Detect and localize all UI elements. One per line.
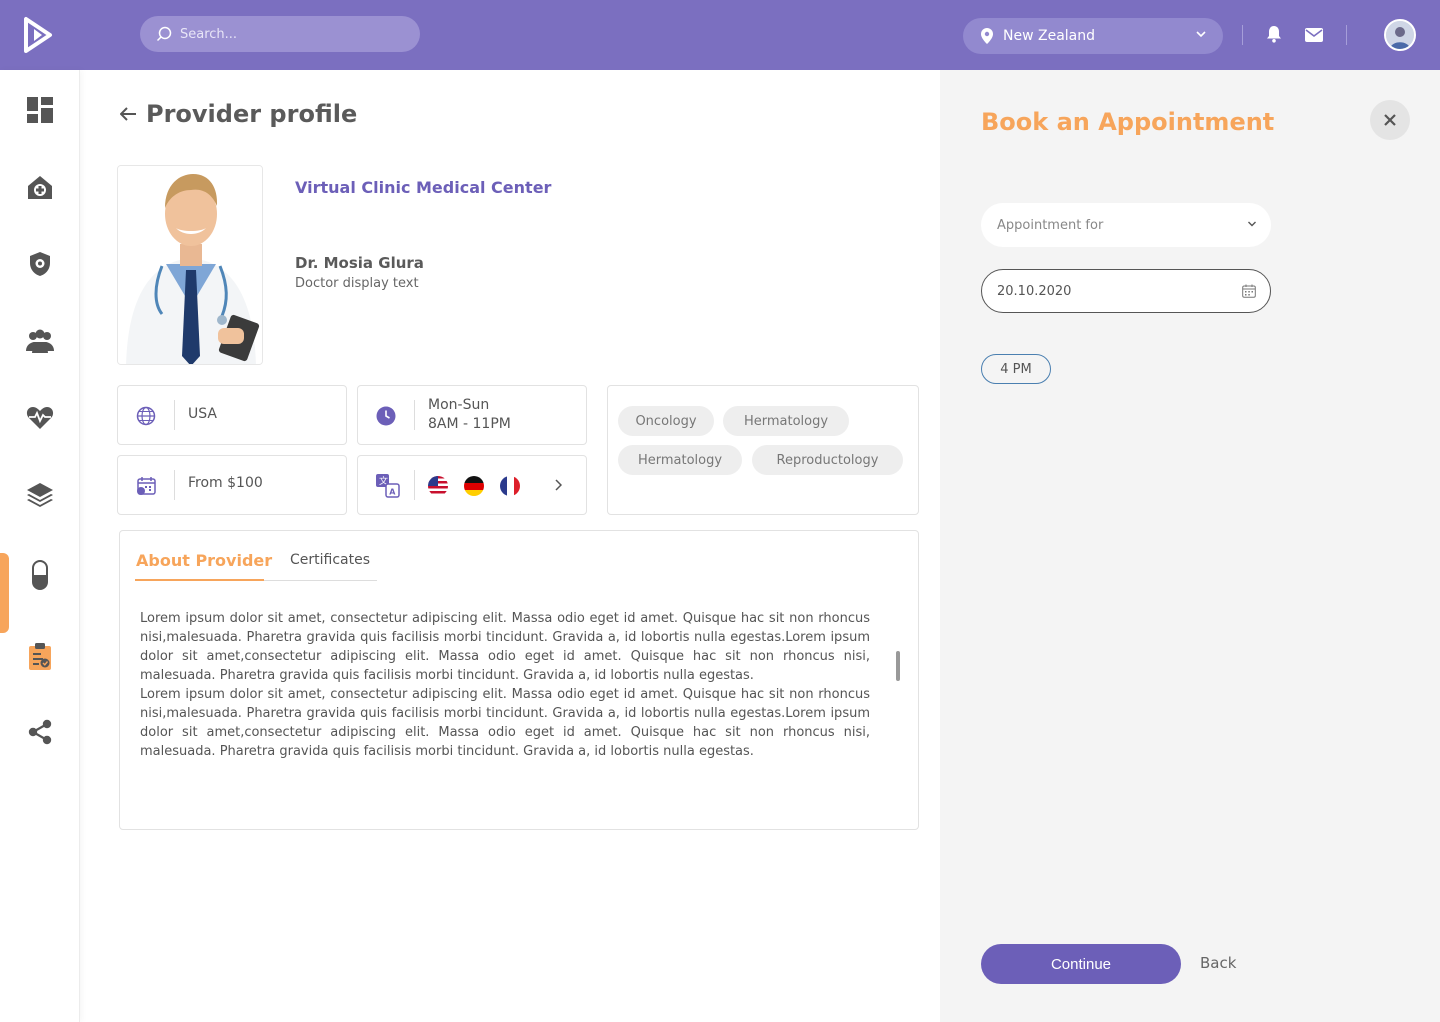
about-text: Lorem ipsum dolor sit amet, consectetur … [140, 609, 870, 761]
location-pin-icon [981, 28, 993, 44]
booking-panel: Book an Appointment Appointment for 20.1… [940, 70, 1440, 1022]
usa-flag-icon [428, 476, 448, 496]
close-icon [1384, 114, 1396, 126]
price-card: From $100 [117, 455, 347, 515]
layers-icon [27, 483, 53, 507]
chevron-down-icon [1196, 31, 1206, 38]
doctor-subtitle: Doctor display text [295, 276, 419, 291]
sidebar [0, 70, 80, 1022]
svg-text:A: A [389, 488, 396, 497]
about-paragraph: Lorem ipsum dolor sit amet, consectetur … [140, 611, 870, 683]
date-value: 20.10.2020 [997, 283, 1072, 299]
bell-icon[interactable] [1266, 25, 1282, 43]
tab-certificates[interactable]: Certificates [290, 552, 370, 568]
hours-card: Mon-Sun 8AM - 11PM [357, 385, 587, 445]
sidebar-item-users[interactable] [24, 325, 56, 357]
page-title-row: Provider profile [120, 100, 357, 128]
specialty-chip: Reproductology [752, 445, 903, 475]
back-link[interactable]: Back [1200, 954, 1236, 972]
specialty-chip: Hermatology [618, 445, 742, 475]
about-paragraph: Lorem ipsum dolor sit amet, consectetur … [140, 687, 870, 759]
hours-time: 8AM - 11PM [428, 416, 511, 432]
sidebar-item-dashboard[interactable] [24, 94, 56, 126]
specialty-chip: Oncology [618, 406, 714, 436]
divider [174, 400, 175, 430]
doctor-name: Dr. Mosia Glura [295, 254, 424, 272]
divider [174, 470, 175, 500]
search-bar[interactable] [140, 16, 420, 52]
about-section: About Provider Certificates Lorem ipsum … [119, 530, 919, 830]
active-tab-underline [135, 579, 264, 581]
divider [414, 400, 415, 430]
chevron-right-icon[interactable] [554, 479, 562, 491]
doctor-portrait-icon [118, 166, 262, 364]
calendar-price-icon [137, 477, 156, 495]
scrollbar-thumb[interactable] [896, 651, 900, 681]
search-icon [156, 26, 172, 42]
hospital-icon [28, 176, 52, 199]
chevron-down-icon [1248, 221, 1256, 227]
sidebar-item-medication[interactable] [24, 559, 56, 591]
sidebar-item-clipboard[interactable] [24, 641, 56, 673]
mail-icon[interactable] [1305, 28, 1323, 42]
location-select[interactable]: New Zealand [963, 18, 1223, 54]
booking-title: Book an Appointment [981, 108, 1275, 136]
continue-button[interactable]: Continue [981, 944, 1181, 984]
appointment-for-select[interactable]: Appointment for [981, 203, 1271, 247]
clipboard-icon [29, 643, 51, 670]
divider [1242, 25, 1243, 45]
appointment-for-placeholder: Appointment for [997, 217, 1104, 233]
price-value: From $100 [188, 475, 263, 491]
search-input[interactable] [180, 26, 400, 42]
active-indicator [0, 553, 9, 633]
provider-photo [117, 165, 263, 365]
location-label: New Zealand [1003, 28, 1095, 44]
clock-icon [376, 406, 396, 426]
hours-days: Mon-Sun [428, 397, 490, 413]
sidebar-item-layers[interactable] [24, 479, 56, 511]
user-avatar[interactable] [1384, 19, 1416, 51]
clinic-name[interactable]: Virtual Clinic Medical Center [295, 178, 551, 197]
country-value: USA [188, 406, 217, 422]
country-card: USA [117, 385, 347, 445]
globe-icon [136, 406, 156, 426]
france-flag-icon [500, 476, 520, 496]
germany-flag-icon [464, 476, 484, 496]
divider [1346, 25, 1347, 45]
sidebar-item-security[interactable] [24, 248, 56, 280]
app-logo-icon[interactable] [22, 16, 54, 54]
close-button[interactable] [1370, 100, 1410, 140]
sidebar-item-hospital[interactable] [24, 171, 56, 203]
calendar-icon[interactable] [1242, 284, 1256, 298]
translate-icon: 文 A [376, 474, 400, 498]
dashboard-icon [27, 97, 53, 123]
back-arrow-icon[interactable] [120, 107, 136, 121]
users-icon [26, 329, 54, 353]
date-input[interactable]: 20.10.2020 [981, 269, 1271, 313]
specialty-chip: Hermatology [723, 406, 849, 436]
tab-divider [264, 580, 377, 581]
sidebar-item-share[interactable] [24, 716, 56, 748]
shield-icon [30, 252, 50, 276]
tab-about-provider[interactable]: About Provider [136, 551, 272, 570]
pill-icon [32, 560, 48, 590]
share-icon [28, 719, 52, 745]
heart-pulse-icon [26, 407, 54, 429]
sidebar-item-health[interactable] [24, 402, 56, 434]
specialties-card: Oncology Hermatology Hermatology Reprodu… [607, 385, 919, 515]
page-title: Provider profile [146, 100, 358, 128]
languages-card: 文 A [357, 455, 587, 515]
time-slot-chip[interactable]: 4 PM [981, 354, 1051, 384]
top-bar: New Zealand [0, 0, 1440, 70]
avatar-icon [1386, 21, 1414, 49]
divider [414, 470, 415, 500]
